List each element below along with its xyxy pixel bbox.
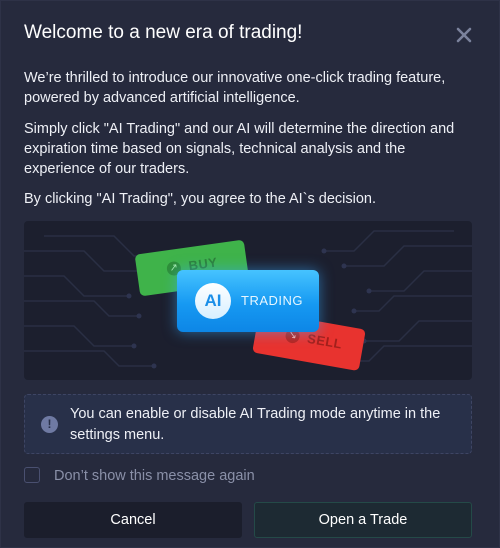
- ai-trading-label: TRADING: [241, 293, 303, 308]
- sell-label: SELL: [306, 330, 344, 352]
- how-it-works-paragraph: Simply click "AI Trading" and our AI wil…: [24, 121, 455, 177]
- info-notice: ! You can enable or disable AI Trading m…: [24, 394, 472, 454]
- modal-title: Welcome to a new era of trading!: [24, 22, 303, 43]
- close-icon[interactable]: [453, 24, 475, 46]
- cancel-button[interactable]: Cancel: [24, 502, 242, 538]
- open-a-trade-button[interactable]: Open a Trade: [254, 502, 472, 538]
- close-x-icon[interactable]: [453, 24, 475, 46]
- info-icon: !: [41, 416, 58, 433]
- agreement-paragraph: By clicking "AI Trading", you agree to t…: [24, 191, 377, 207]
- ai-badge: AI: [195, 283, 231, 319]
- intro-paragraph: We’re thrilled to introduce our innovati…: [24, 70, 446, 106]
- ai-trading-welcome-modal: Welcome to a new era of trading! We’re t…: [0, 0, 500, 548]
- dont-show-again-checkbox[interactable]: [24, 467, 40, 483]
- info-text: You can enable or disable AI Trading mod…: [70, 406, 441, 443]
- dont-show-again-label[interactable]: Don’t show this message again: [54, 467, 255, 485]
- ai-trading-card: AI TRADING: [177, 270, 319, 332]
